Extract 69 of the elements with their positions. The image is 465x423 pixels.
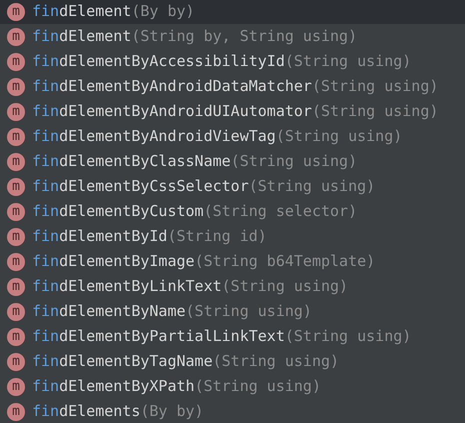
method-parameters: (String using): [276, 126, 402, 148]
method-parameters: (String using): [222, 276, 348, 298]
method-icon: m: [7, 52, 25, 70]
method-parameters: (By by): [131, 1, 195, 22]
method-icon: m: [7, 228, 25, 246]
matched-text: fin: [32, 151, 60, 172]
method-icon: m: [7, 302, 25, 320]
matched-text: fin: [32, 351, 60, 372]
method-name: dElementByImage: [59, 251, 195, 272]
matched-text: fin: [32, 376, 60, 398]
completion-item[interactable]: m findElement(By by): [0, 0, 465, 24]
method-icon: m: [7, 28, 25, 46]
method-icon: m: [7, 128, 25, 146]
method-icon: m: [7, 278, 25, 296]
method-icon: m: [7, 102, 25, 120]
method-icon: m: [7, 378, 25, 396]
method-parameters: (String id): [167, 226, 267, 248]
method-name: dElementByLinkText: [59, 276, 222, 298]
matched-text: fin: [32, 401, 60, 422]
method-icon: m: [7, 178, 25, 196]
method-parameters: (String using): [186, 301, 312, 322]
method-parameters: (String using): [312, 76, 438, 98]
matched-text: fin: [32, 51, 60, 72]
method-name: dElementByClassName: [59, 151, 231, 172]
method-parameters: (String using): [212, 351, 340, 372]
method-icon: m: [7, 2, 25, 20]
method-name: dElementById: [59, 226, 168, 248]
method-parameters: (String selector): [204, 201, 358, 222]
method-parameters: (String using): [284, 326, 412, 348]
method-parameters: (String using): [248, 176, 376, 198]
method-parameters: (String using): [284, 51, 412, 72]
method-name: dElementByAndroidUIAutomator: [59, 101, 312, 122]
method-icon: m: [7, 202, 25, 220]
matched-text: fin: [32, 101, 60, 122]
matched-text: fin: [32, 251, 60, 272]
method-icon: m: [7, 352, 25, 370]
method-parameters: (String using): [194, 376, 321, 398]
matched-text: fin: [32, 226, 60, 248]
method-name: dElementByAndroidViewTag: [59, 126, 276, 148]
method-name: dElementByAccessibilityId: [59, 51, 285, 72]
method-name: dElementByAndroidDataMatcher: [59, 76, 312, 98]
method-parameters: (String using): [230, 151, 358, 172]
matched-text: fin: [32, 276, 60, 298]
method-name: dElementByCssSelector: [59, 176, 249, 198]
method-icon: m: [7, 252, 25, 270]
method-name: dElementByXPath: [59, 376, 195, 398]
method-icon: m: [7, 328, 25, 346]
method-parameters: (String using): [312, 101, 438, 122]
method-name: dElementByTagName: [59, 351, 213, 372]
method-parameters: (By by): [140, 401, 204, 422]
method-name: dElement: [59, 26, 132, 48]
method-parameters: (String b64Template): [194, 251, 376, 272]
method-name: dElementByPartialLinkText: [59, 326, 285, 348]
matched-text: fin: [32, 26, 60, 48]
method-name: dElementByCustom: [59, 201, 204, 222]
matched-text: fin: [32, 1, 60, 22]
matched-text: fin: [32, 126, 60, 148]
method-parameters: (String by, String using): [131, 26, 358, 48]
method-name: dElements: [59, 401, 140, 422]
method-icon: m: [7, 78, 25, 96]
matched-text: fin: [32, 76, 60, 98]
method-icon: m: [7, 152, 25, 170]
method-icon: m: [7, 402, 25, 420]
matched-text: fin: [32, 176, 60, 198]
matched-text: fin: [32, 301, 60, 322]
method-name: dElement: [59, 1, 132, 22]
matched-text: fin: [32, 201, 60, 222]
matched-text: fin: [32, 326, 60, 348]
method-name: dElementByName: [59, 301, 186, 322]
